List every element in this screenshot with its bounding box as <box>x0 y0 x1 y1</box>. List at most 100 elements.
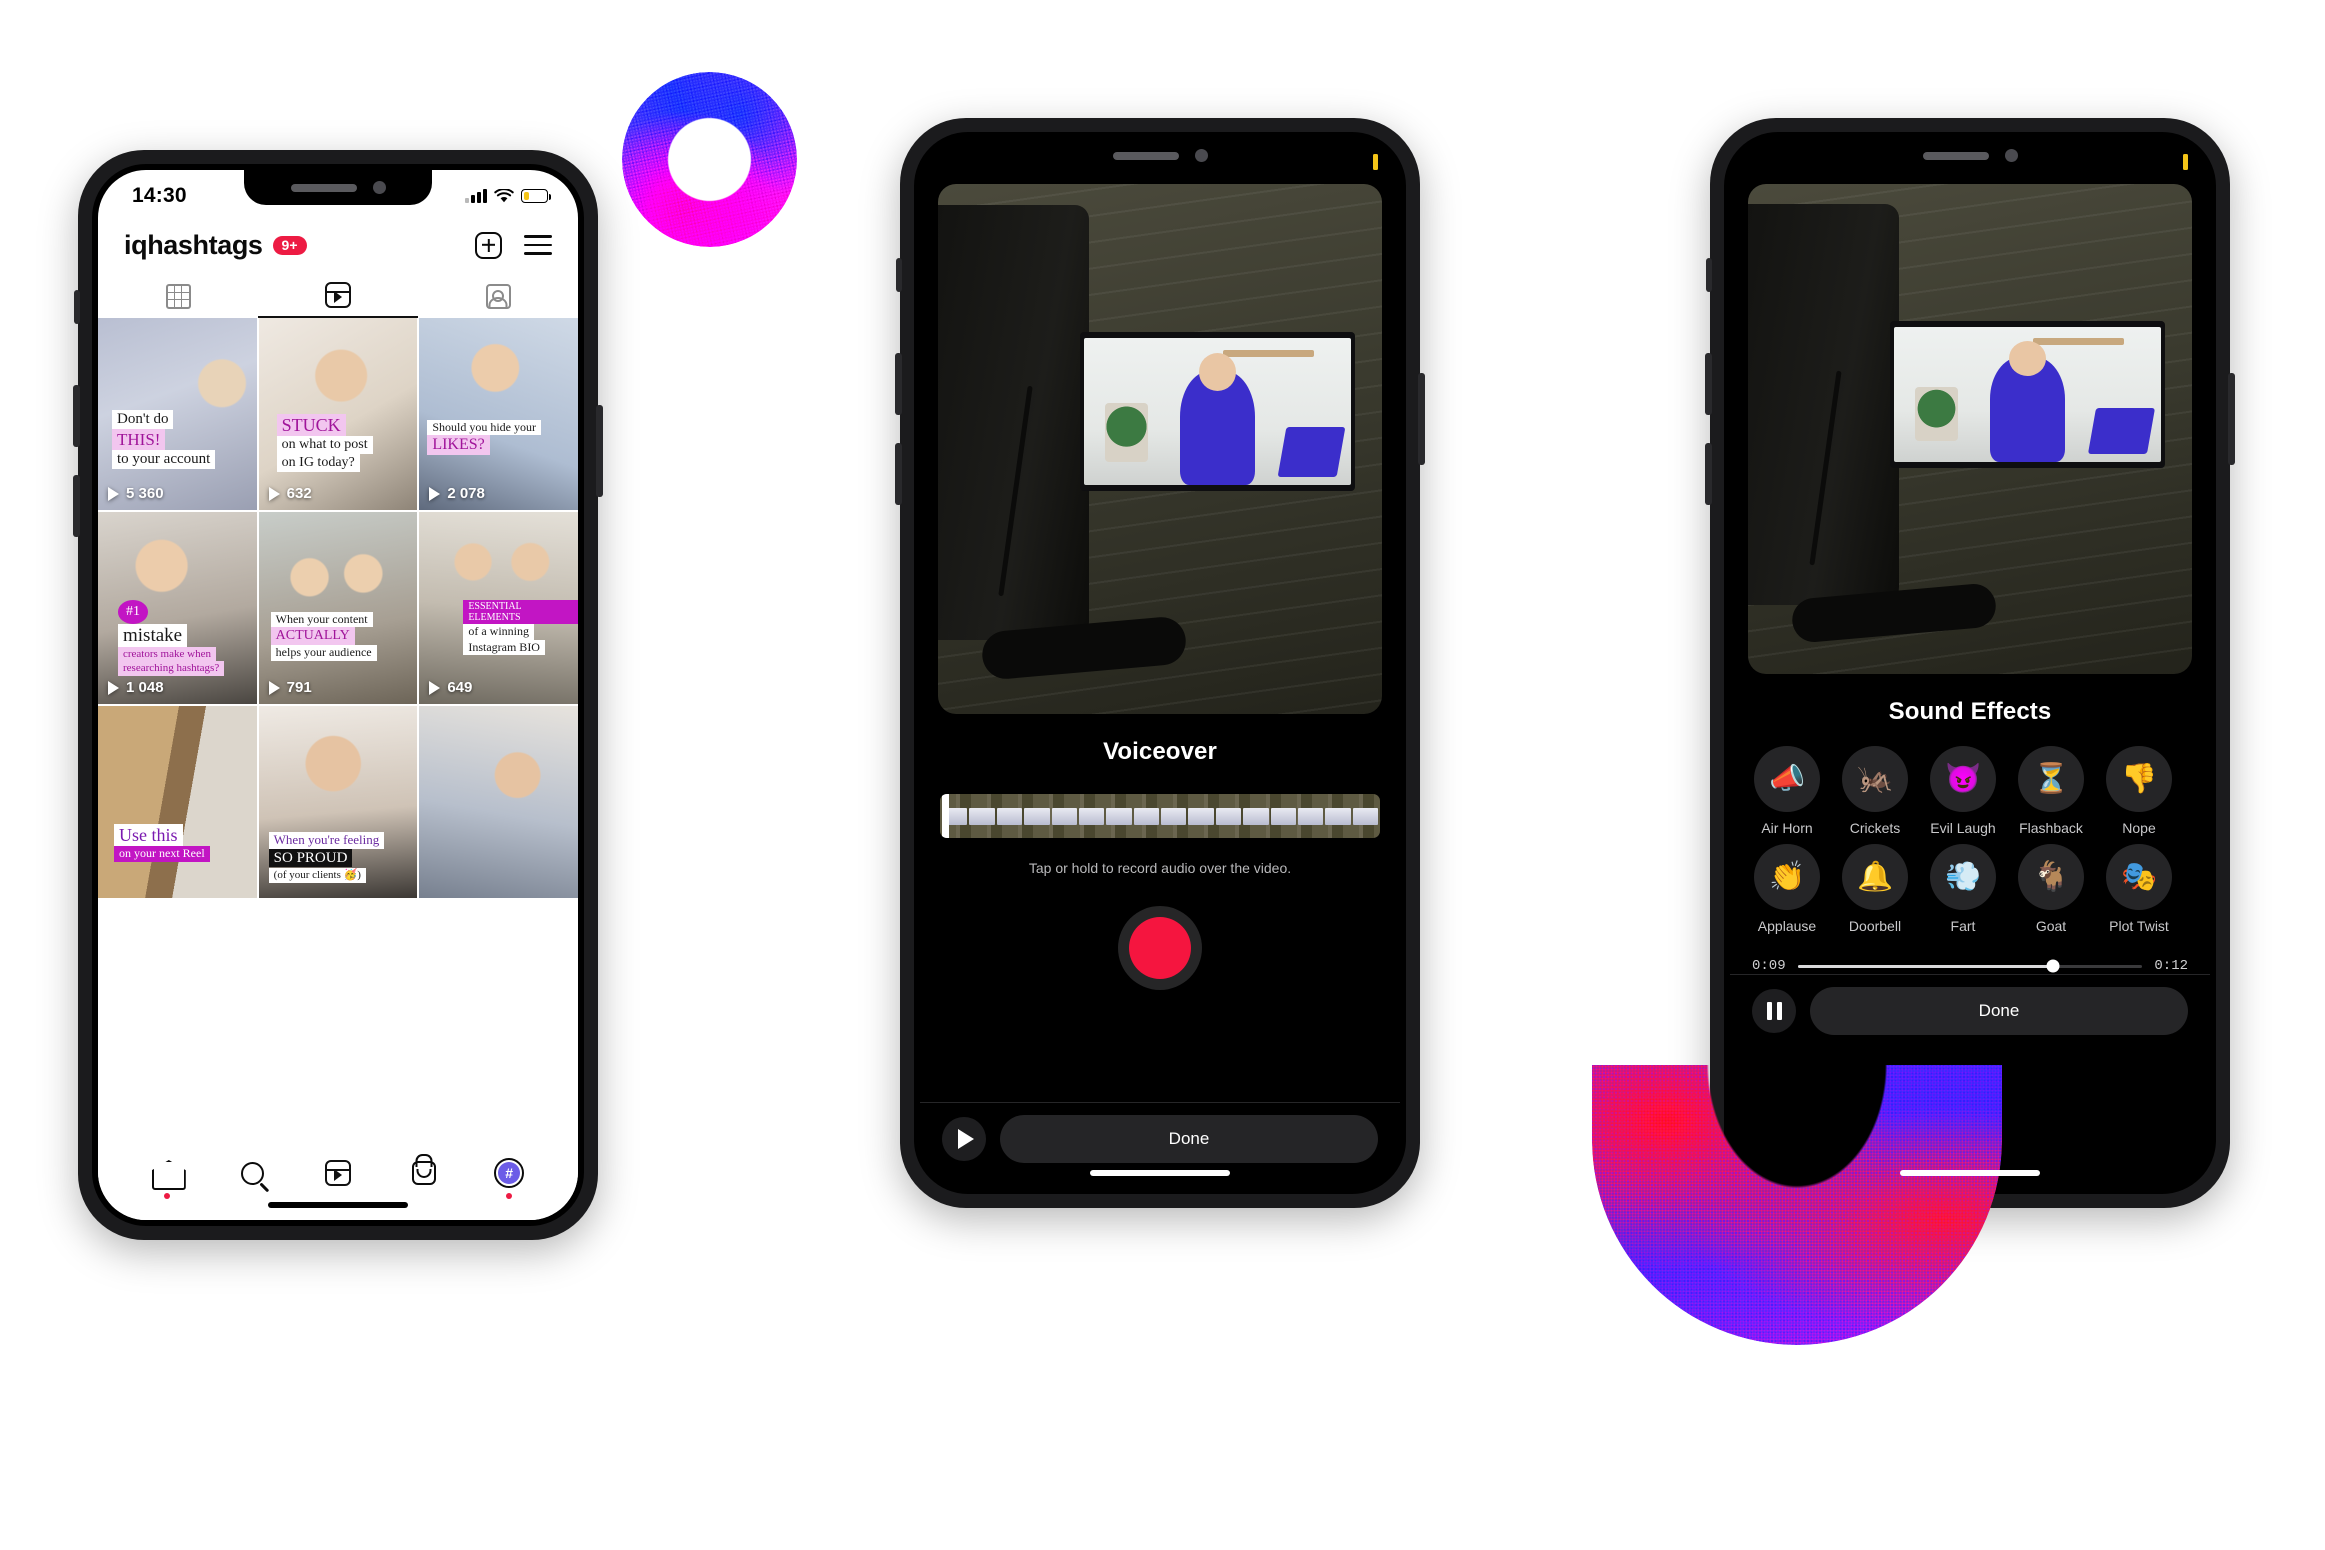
search-icon <box>240 1161 264 1185</box>
cell-caption: When your content ACTUALLY helps your au… <box>270 612 377 661</box>
mute-switch[interactable] <box>1706 258 1712 292</box>
video-preview[interactable] <box>1748 184 2192 674</box>
playback-scrubber[interactable]: 0:09 0:12 <box>1730 942 2210 974</box>
mute-switch[interactable] <box>896 258 902 292</box>
grid-cell[interactable] <box>419 706 578 898</box>
sound-effect-item[interactable]: 👎 Nope <box>2106 746 2172 836</box>
reels-grid: Don't do THIS! to your account 5 360 STU… <box>98 318 578 1140</box>
power-button[interactable] <box>2228 373 2235 465</box>
record-button[interactable] <box>1118 906 1202 990</box>
battery-low-icon <box>1373 154 1378 170</box>
tab-reels[interactable] <box>258 274 418 318</box>
play-button[interactable] <box>942 1116 986 1161</box>
cell-caption: Don't do THIS! to your account <box>112 410 216 469</box>
hamburger-menu-icon[interactable] <box>524 235 552 255</box>
grid-cell[interactable]: When your content ACTUALLY helps your au… <box>258 512 418 704</box>
notch <box>1066 138 1254 173</box>
grid-cell[interactable]: Use this on your next Reel <box>98 706 257 898</box>
shopping-bag-icon <box>411 1161 436 1185</box>
grid-cell[interactable]: Don't do THIS! to your account 5 360 <box>98 318 257 510</box>
pause-button[interactable] <box>1752 988 1796 1033</box>
grid-cell[interactable]: When you're feeling SO PROUD (of your cl… <box>258 706 418 898</box>
cell-caption: Should you hide your LIKES? <box>427 420 541 456</box>
bottom-nav-bar: # <box>98 1140 578 1220</box>
profile-avatar-icon: # <box>494 1158 525 1188</box>
volume-down-button[interactable] <box>895 443 902 505</box>
nav-profile[interactable]: # <box>492 1156 526 1199</box>
sound-effect-item[interactable]: 💨 Fart <box>1930 844 1996 934</box>
tab-grid[interactable] <box>98 274 258 318</box>
nav-search[interactable] <box>235 1156 269 1190</box>
home-indicator[interactable] <box>1900 1170 2040 1176</box>
cell-caption: Use this on your next Reel <box>114 824 210 862</box>
sound-effect-item[interactable]: 🦗 Crickets <box>1842 746 1908 836</box>
scrubber-track[interactable] <box>1797 959 2143 973</box>
sound-effect-item[interactable]: 😈 Evil Laugh <box>1930 746 1996 836</box>
goat-icon: 🐐 <box>2018 844 2084 910</box>
total-time: 0:12 <box>2154 958 2188 974</box>
grid-cell[interactable]: ESSENTIAL ELEMENTS of a winning Instagra… <box>419 512 578 704</box>
lcd-footage <box>1894 327 2162 463</box>
video-timeline[interactable] <box>940 794 1380 838</box>
play-icon <box>108 680 119 695</box>
crickets-icon: 🦗 <box>1842 746 1908 812</box>
nav-home[interactable] <box>150 1156 184 1199</box>
play-count: 649 <box>429 679 472 696</box>
play-icon <box>429 486 441 501</box>
wifi-icon <box>494 188 514 202</box>
phone-instagram-profile: 14:30 iqhashtags 9+ Don't do THIS! to yo… <box>73 150 603 1240</box>
footer-bar: Done <box>1730 974 2210 1060</box>
sound-effect-label: Evil Laugh <box>1930 820 1996 836</box>
home-indicator[interactable] <box>268 1202 408 1208</box>
notch <box>1876 138 2064 173</box>
done-button[interactable]: Done <box>1810 986 2188 1035</box>
volume-down-button[interactable] <box>73 475 80 537</box>
video-preview[interactable] <box>938 184 1382 714</box>
evil-laugh-icon: 😈 <box>1930 746 1996 812</box>
timeline-frames <box>940 794 1380 838</box>
timeline-playhead[interactable] <box>942 794 949 838</box>
sound-effect-item[interactable]: 📣 Air Horn <box>1754 746 1820 836</box>
tagged-person-icon <box>485 283 511 309</box>
grid-cell[interactable]: Should you hide your LIKES? 2 078 <box>419 318 578 510</box>
done-button[interactable]: Done <box>1000 1114 1378 1163</box>
username-group[interactable]: iqhashtags 9+ <box>124 230 307 261</box>
nav-reels[interactable] <box>321 1156 355 1190</box>
cell-caption: #1 mistake creators make when researchin… <box>118 600 225 676</box>
status-time: 14:30 <box>132 184 187 207</box>
volume-up-button[interactable] <box>895 353 902 415</box>
power-button[interactable] <box>596 405 603 497</box>
plus-square-icon[interactable] <box>475 231 502 259</box>
status-icons <box>465 188 552 204</box>
sound-effect-item[interactable]: ⏳ Flashback <box>2018 746 2084 836</box>
scrubber-knob[interactable] <box>2046 959 2060 973</box>
applause-icon: 👏 <box>1754 844 1820 910</box>
tab-tagged[interactable] <box>418 274 578 318</box>
speaker-grille-icon <box>1112 151 1179 160</box>
speaker-grille-icon <box>1922 151 1989 160</box>
phone-screen: Sound Effects 📣 Air Horn 🦗 Crickets 😈 Ev… <box>1730 138 2210 1188</box>
header-actions <box>475 231 552 259</box>
power-button[interactable] <box>1418 373 1425 465</box>
nope-icon: 👎 <box>2106 746 2172 812</box>
play-count: 632 <box>268 485 312 502</box>
voiceover-controls: Voiceover Tap or hold to record audio ov… <box>920 714 1400 1102</box>
camera-lcd-graphic <box>1890 321 2166 469</box>
grid-cell[interactable]: STUCK on what to post on IG today? 632 <box>258 318 418 510</box>
volume-down-button[interactable] <box>1705 443 1712 505</box>
instagram-app: 14:30 iqhashtags 9+ Don't do THIS! to yo… <box>98 170 578 1220</box>
grid-cell[interactable]: #1 mistake creators make when researchin… <box>98 512 257 704</box>
nav-shop[interactable] <box>407 1156 441 1190</box>
notification-badge: 9+ <box>272 235 307 255</box>
play-icon <box>268 486 280 501</box>
volume-up-button[interactable] <box>1705 353 1712 415</box>
sound-effect-item[interactable]: 🔔 Doorbell <box>1842 844 1908 934</box>
volume-up-button[interactable] <box>73 385 80 447</box>
mute-switch[interactable] <box>74 290 80 324</box>
sound-effect-item[interactable]: 🐐 Goat <box>2018 844 2084 934</box>
sound-effect-item[interactable]: 🎭 Plot Twist <box>2106 844 2172 934</box>
home-indicator[interactable] <box>1090 1170 1230 1176</box>
play-icon <box>268 680 280 695</box>
sound-effect-item[interactable]: 👏 Applause <box>1754 844 1820 934</box>
cellular-bars-icon <box>465 189 487 203</box>
